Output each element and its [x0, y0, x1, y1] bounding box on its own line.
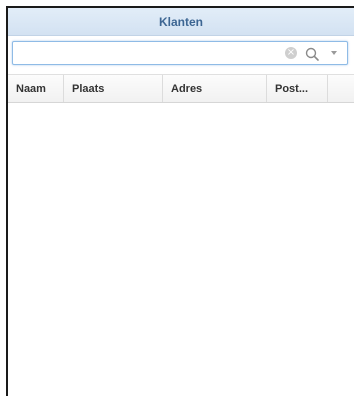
column-header-plaats[interactable]: Plaats	[64, 75, 163, 102]
search-icon[interactable]	[304, 46, 320, 62]
column-header-label: Adres	[171, 82, 203, 95]
column-header-naam[interactable]: Naam	[8, 75, 64, 102]
customers-window: Klanten × Naam Plaats Adres Post...	[6, 6, 354, 396]
search-box[interactable]: ×	[12, 41, 348, 65]
column-header-label: Plaats	[72, 82, 105, 95]
window-title: Klanten	[158, 14, 203, 29]
search-input[interactable]	[17, 44, 277, 62]
chevron-down-icon[interactable]	[331, 51, 337, 55]
column-header-label: Post...	[275, 82, 309, 95]
column-header-label: Naam	[16, 82, 46, 95]
window-titlebar: Klanten	[8, 8, 354, 36]
column-header-postcode[interactable]: Post...	[267, 75, 328, 102]
table-header: Naam Plaats Adres Post...	[8, 74, 354, 103]
table-body	[8, 103, 354, 395]
column-header-extra[interactable]	[328, 75, 354, 102]
column-header-adres[interactable]: Adres	[163, 75, 267, 102]
clear-icon[interactable]: ×	[285, 47, 297, 59]
search-row: ×	[8, 36, 354, 74]
